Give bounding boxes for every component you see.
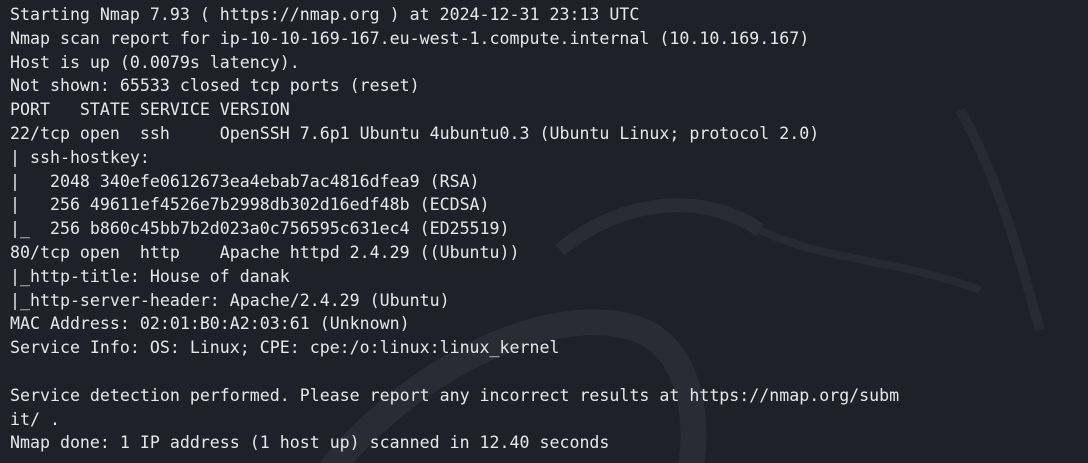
output-line: it/ .	[10, 409, 60, 429]
output-line: | ssh-hostkey:	[10, 147, 160, 167]
terminal-window[interactable]: Starting Nmap 7.93 ( https://nmap.org ) …	[0, 0, 1088, 463]
output-line: Starting Nmap 7.93 ( https://nmap.org ) …	[10, 5, 640, 24]
output-line: Service detection performed. Please repo…	[10, 385, 900, 405]
output-line: Host is up (0.0079s latency).	[10, 52, 300, 72]
output-line: |_ 256 b860c45bb7b2d023a0c756595c631ec4 …	[10, 219, 510, 239]
output-line: PORT STATE SERVICE VERSION	[10, 100, 290, 120]
output-line: |_http-title: House of danak	[10, 266, 290, 286]
output-line: |_http-server-header: Apache/2.4.29 (Ubu…	[10, 290, 450, 310]
output-line: | 2048 340efe0612673ea4ebab7ac4816dfea9 …	[10, 171, 480, 191]
terminal-output[interactable]: Starting Nmap 7.93 ( https://nmap.org ) …	[10, 3, 899, 455]
output-line: Nmap scan report for ip-10-10-169-167.eu…	[10, 28, 810, 48]
output-line: Nmap done: 1 IP address (1 host up) scan…	[10, 433, 610, 453]
output-line: Not shown: 65533 closed tcp ports (reset…	[10, 76, 420, 96]
output-line: Service Info: OS: Linux; CPE: cpe:/o:lin…	[10, 338, 560, 358]
output-line: MAC Address: 02:01:B0:A2:03:61 (Unknown)	[10, 314, 410, 334]
output-line: 22/tcp open ssh OpenSSH 7.6p1 Ubuntu 4ub…	[10, 123, 820, 143]
output-line: 80/tcp open http Apache httpd 2.4.29 ((U…	[10, 242, 520, 262]
output-line: | 256 49611ef4526e7b2998db302d16edf48b (…	[10, 195, 490, 215]
